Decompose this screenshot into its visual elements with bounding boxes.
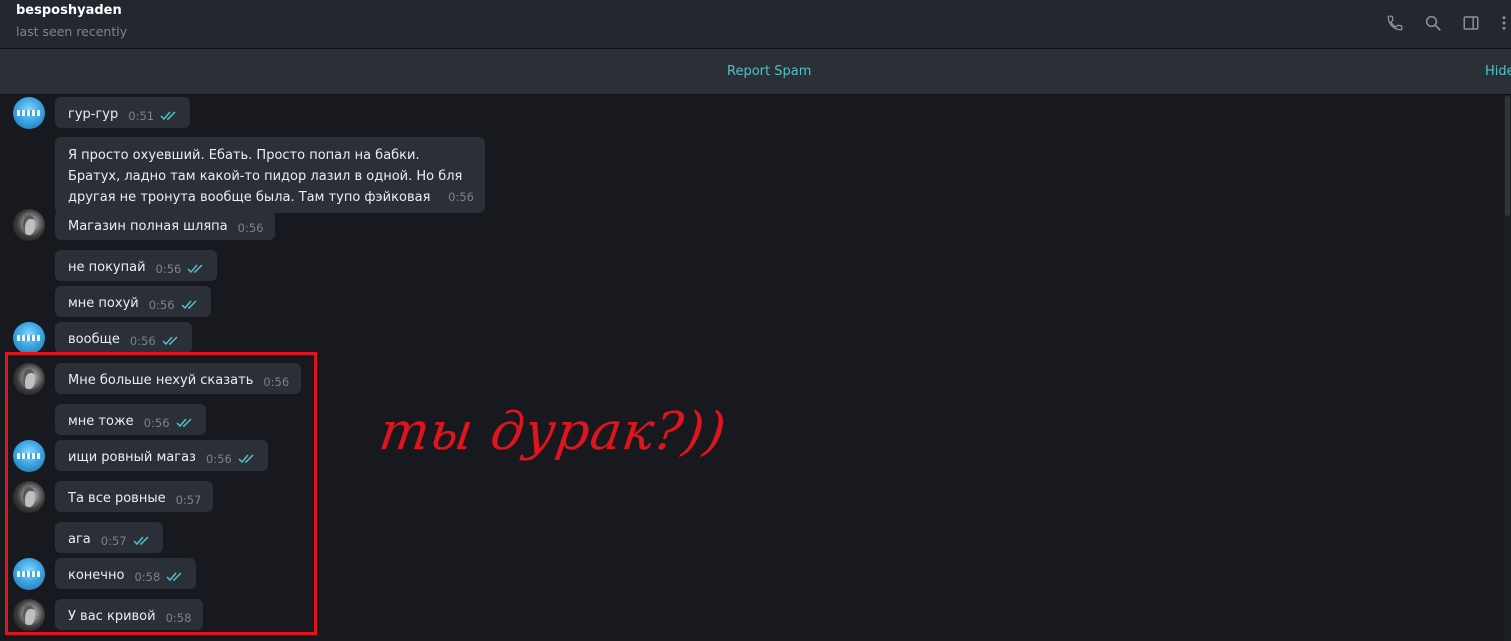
report-spam-button[interactable]: Report Spam [727,64,811,79]
avatar[interactable] [13,97,45,129]
peer-status: last seen recently [16,24,128,39]
message-text: гур-гур [68,107,119,122]
more-icon[interactable] [1497,11,1511,35]
message-bubble[interactable]: Магазин полная шляпа 0:56 [55,209,276,240]
message-bubble[interactable]: не покупай 0:56 [55,250,218,281]
chat-header: besposhyaden last seen recently [0,0,1511,49]
double-check-icon [162,333,180,351]
message-text: не покупай [68,260,146,275]
message-time: 0:56 [448,190,474,204]
peer-name[interactable]: besposhyaden [16,3,122,18]
message-time: 0:56 [155,262,182,276]
double-check-icon [160,108,178,126]
message-bubble[interactable]: Я просто охуевший. Ебать. Просто попал н… [55,137,485,226]
avatar[interactable] [13,209,45,241]
message-time: 0:51 [128,109,155,123]
double-check-icon [181,297,199,315]
search-icon[interactable] [1421,11,1445,35]
annotation-text: ты дурак?)) [375,402,731,462]
message-bubble[interactable]: вообще 0:56 [55,322,192,353]
scrollbar-thumb[interactable] [1505,96,1510,216]
message-text: вообще [68,332,120,347]
message-text: Магазин полная шляпа [68,219,228,234]
report-spam-bar: Report Spam Hide [0,49,1511,95]
message-text: мне похуй [68,296,139,311]
message-bubble[interactable]: гур-гур 0:51 [55,97,191,128]
double-check-icon [187,261,205,279]
message-time: 0:56 [148,298,175,312]
avatar[interactable] [13,322,45,354]
highlight-frame [5,352,317,635]
message-time: 0:56 [237,221,264,235]
sidebar-toggle-icon[interactable] [1459,11,1483,35]
message-time: 0:56 [129,334,156,348]
hide-button[interactable]: Hide [1485,64,1511,79]
message-bubble[interactable]: мне похуй 0:56 [55,286,211,317]
phone-icon[interactable] [1383,11,1407,35]
